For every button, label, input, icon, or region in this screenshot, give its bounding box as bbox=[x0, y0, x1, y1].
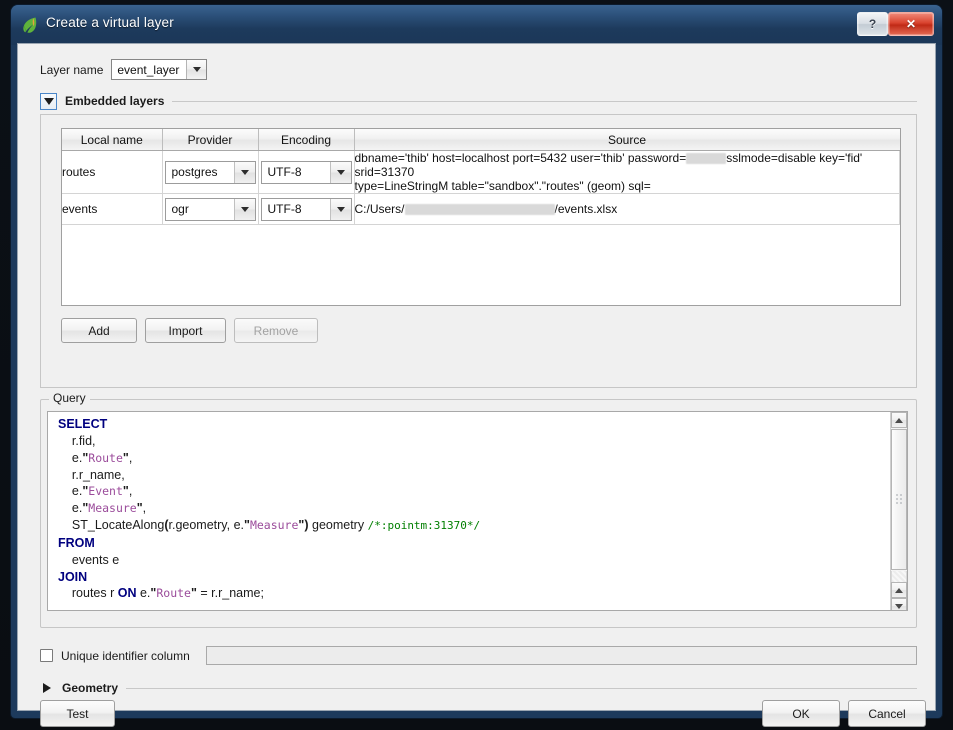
remove-button: Remove bbox=[234, 318, 318, 343]
encoding-value[interactable]: UTF-8 bbox=[262, 199, 330, 220]
sql-line: routes r ON e."Route" = r.r_name; bbox=[58, 586, 264, 601]
cell-source[interactable]: dbname='thib' host=localhost port=5432 u… bbox=[354, 150, 900, 194]
cell-encoding[interactable]: UTF-8 bbox=[258, 150, 355, 194]
col-header-local-name[interactable]: Local name bbox=[62, 129, 163, 151]
triangle-down-icon bbox=[43, 97, 54, 105]
help-button[interactable]: ? bbox=[857, 12, 888, 36]
scroll-up-arrow-icon-secondary[interactable] bbox=[891, 582, 907, 598]
cell-provider[interactable]: postgres bbox=[162, 150, 259, 194]
scrollbar-thumb[interactable] bbox=[891, 429, 907, 570]
cell-provider[interactable]: ogr bbox=[162, 193, 259, 225]
sql-line: r.r_name, bbox=[58, 467, 125, 482]
chevron-down-icon[interactable] bbox=[233, 161, 255, 183]
sql-line: FROM bbox=[58, 535, 95, 550]
redacted-password bbox=[686, 153, 727, 165]
unique-identifier-checkbox[interactable] bbox=[40, 649, 53, 662]
cell-local-name[interactable]: events bbox=[62, 193, 163, 225]
encoding-combo[interactable]: UTF-8 bbox=[260, 160, 352, 184]
unique-identifier-row: Unique identifier column bbox=[40, 646, 917, 665]
encoding-combo[interactable]: UTF-8 bbox=[260, 197, 352, 221]
sql-line: e."Event", bbox=[58, 484, 133, 499]
sql-line: e."Route", bbox=[58, 450, 133, 465]
chevron-down-icon[interactable] bbox=[186, 60, 207, 79]
chevron-down-icon[interactable] bbox=[233, 198, 255, 220]
sql-line: events e bbox=[58, 552, 120, 567]
divider bbox=[172, 100, 917, 102]
grip-dots-icon bbox=[896, 493, 902, 504]
embedded-layers-table[interactable]: Local name Provider Encoding Source rout… bbox=[61, 128, 901, 306]
sql-line: JOIN bbox=[58, 569, 88, 584]
chevron-down-icon[interactable] bbox=[329, 161, 351, 183]
add-button[interactable]: Add bbox=[61, 318, 137, 343]
sql-line: r.fid, bbox=[58, 433, 96, 448]
dialog-client-area: Layer name event_layer Embedded layers L… bbox=[17, 43, 936, 727]
geometry-group-header[interactable]: Geometry bbox=[40, 680, 917, 696]
col-header-encoding[interactable]: Encoding bbox=[258, 129, 355, 151]
cell-encoding[interactable]: UTF-8 bbox=[258, 193, 355, 225]
qgis-leaf-icon bbox=[23, 17, 37, 33]
scroll-down-arrow-icon[interactable] bbox=[891, 598, 907, 610]
scrollbar-track[interactable] bbox=[891, 571, 907, 582]
unique-identifier-input bbox=[205, 646, 917, 665]
embedded-layers-title: Embedded layers bbox=[65, 94, 165, 108]
col-header-source[interactable]: Source bbox=[354, 129, 900, 151]
provider-combo[interactable]: postgres bbox=[164, 160, 256, 184]
chevron-down-icon[interactable] bbox=[329, 198, 351, 220]
cell-source[interactable]: C:/Users/ /events.xlsx bbox=[354, 193, 900, 225]
table-empty-area[interactable] bbox=[62, 225, 900, 305]
source-text-part1: dbname='thib' host=localhost port=5432 u… bbox=[354, 151, 687, 165]
title-bar[interactable]: Create a virtual layer ? ✕ bbox=[11, 5, 942, 45]
table-row[interactable]: routes postgres UTF-8 dbname='thib' host… bbox=[62, 150, 900, 194]
sql-editor[interactable]: SELECT r.fid, e."Route", r.r_name, e."Ev… bbox=[47, 411, 908, 611]
cell-local-name[interactable]: routes bbox=[62, 150, 163, 194]
redacted-path bbox=[404, 204, 555, 216]
cancel-button[interactable]: Cancel bbox=[848, 700, 926, 727]
sql-line: ST_LocateAlong(r.geometry, e."Measure") … bbox=[58, 518, 481, 533]
col-header-provider[interactable]: Provider bbox=[162, 129, 259, 151]
unique-identifier-label: Unique identifier column bbox=[61, 648, 190, 663]
import-button[interactable]: Import bbox=[145, 318, 226, 343]
query-group: Query SELECT r.fid, e."Route", r.r_name,… bbox=[40, 391, 917, 628]
ok-button[interactable]: OK bbox=[762, 700, 840, 727]
geometry-title: Geometry bbox=[62, 681, 119, 695]
layer-name-combo[interactable]: event_layer bbox=[111, 59, 208, 80]
provider-value[interactable]: ogr bbox=[166, 199, 234, 220]
sql-source-text[interactable]: SELECT r.fid, e."Route", r.r_name, e."Ev… bbox=[58, 416, 480, 602]
sql-vertical-scrollbar[interactable] bbox=[890, 412, 907, 610]
layer-name-row: Layer name event_layer bbox=[40, 59, 208, 80]
table-row[interactable]: events ogr UTF-8 C:/Users/ /events.xlsx bbox=[62, 193, 900, 225]
dialog-window: Create a virtual layer ? ✕ Layer name ev… bbox=[11, 5, 942, 727]
provider-value[interactable]: postgres bbox=[166, 162, 234, 183]
embedded-layers-panel: Local name Provider Encoding Source rout… bbox=[40, 114, 917, 388]
collapse-toggle-embedded[interactable] bbox=[40, 92, 57, 110]
source-text-line2: type=LineStringM table="sandbox"."routes… bbox=[354, 179, 651, 193]
layer-name-label: Layer name bbox=[40, 62, 104, 77]
divider bbox=[126, 687, 917, 689]
table-header-row: Local name Provider Encoding Source bbox=[62, 129, 900, 151]
close-button[interactable]: ✕ bbox=[888, 12, 934, 36]
sql-line: e."Measure", bbox=[58, 501, 147, 516]
provider-combo[interactable]: ogr bbox=[164, 197, 256, 221]
scroll-up-arrow-icon[interactable] bbox=[891, 412, 907, 428]
collapse-toggle-geometry[interactable] bbox=[40, 680, 54, 696]
query-group-label: Query bbox=[49, 391, 90, 405]
triangle-right-icon bbox=[43, 683, 51, 693]
source-text-part1: C:/Users/ bbox=[354, 202, 405, 216]
window-title: Create a virtual layer bbox=[46, 15, 174, 30]
source-text-part2: /events.xlsx bbox=[554, 202, 618, 216]
sql-line: SELECT bbox=[58, 417, 108, 431]
layer-name-value[interactable]: event_layer bbox=[112, 60, 187, 79]
embedded-layers-header[interactable]: Embedded layers bbox=[40, 92, 917, 110]
encoding-value[interactable]: UTF-8 bbox=[262, 162, 330, 183]
test-button[interactable]: Test bbox=[40, 700, 115, 727]
embedded-layers-group: Embedded layers Local name Provider Enco… bbox=[40, 92, 917, 388]
